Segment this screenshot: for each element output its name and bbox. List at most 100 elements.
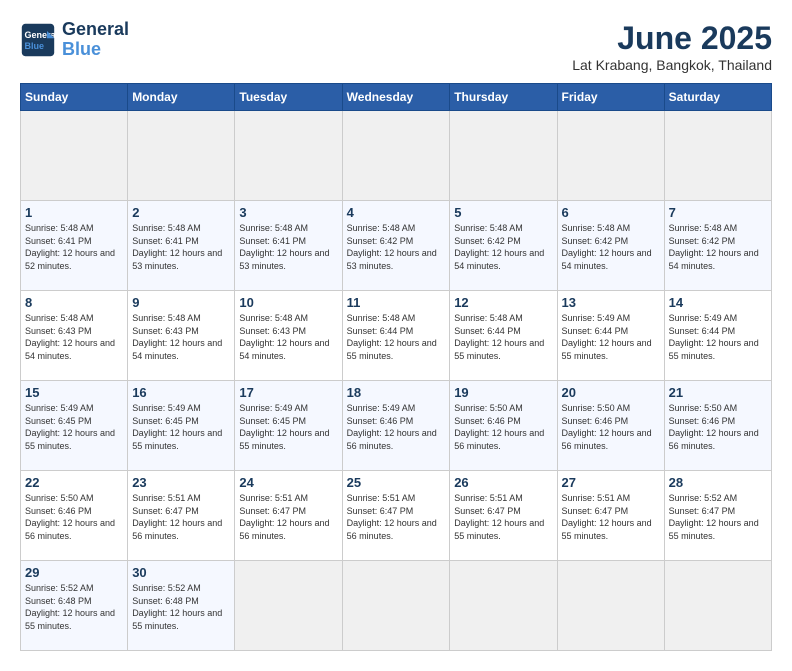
- calendar-cell: [21, 111, 128, 201]
- day-number: 25: [347, 475, 446, 490]
- calendar-cell: [664, 561, 771, 651]
- calendar-cell: 14 Sunrise: 5:49 AM Sunset: 6:44 PM Dayl…: [664, 291, 771, 381]
- day-number: 12: [454, 295, 552, 310]
- logo-text: General Blue: [62, 20, 129, 60]
- day-detail: Sunrise: 5:49 AM Sunset: 6:45 PM Dayligh…: [25, 402, 123, 452]
- svg-text:General: General: [25, 30, 57, 40]
- calendar-cell: [235, 561, 342, 651]
- calendar-cell: 10 Sunrise: 5:48 AM Sunset: 6:43 PM Dayl…: [235, 291, 342, 381]
- title-area: June 2025 Lat Krabang, Bangkok, Thailand: [572, 20, 772, 73]
- day-detail: Sunrise: 5:50 AM Sunset: 6:46 PM Dayligh…: [669, 402, 767, 452]
- header-tuesday: Tuesday: [235, 84, 342, 111]
- day-detail: Sunrise: 5:49 AM Sunset: 6:44 PM Dayligh…: [669, 312, 767, 362]
- day-number: 14: [669, 295, 767, 310]
- logo-icon: General Blue: [20, 22, 56, 58]
- calendar-cell: 17 Sunrise: 5:49 AM Sunset: 6:45 PM Dayl…: [235, 381, 342, 471]
- page-header: General Blue General Blue June 2025 Lat …: [20, 20, 772, 73]
- header-sunday: Sunday: [21, 84, 128, 111]
- calendar-cell: 2 Sunrise: 5:48 AM Sunset: 6:41 PM Dayli…: [128, 201, 235, 291]
- day-detail: Sunrise: 5:52 AM Sunset: 6:48 PM Dayligh…: [132, 582, 230, 632]
- calendar-cell: 16 Sunrise: 5:49 AM Sunset: 6:45 PM Dayl…: [128, 381, 235, 471]
- day-detail: Sunrise: 5:51 AM Sunset: 6:47 PM Dayligh…: [562, 492, 660, 542]
- calendar-cell: [450, 561, 557, 651]
- day-detail: Sunrise: 5:50 AM Sunset: 6:46 PM Dayligh…: [25, 492, 123, 542]
- day-detail: Sunrise: 5:52 AM Sunset: 6:48 PM Dayligh…: [25, 582, 123, 632]
- calendar-cell: 9 Sunrise: 5:48 AM Sunset: 6:43 PM Dayli…: [128, 291, 235, 381]
- calendar-cell: 5 Sunrise: 5:48 AM Sunset: 6:42 PM Dayli…: [450, 201, 557, 291]
- day-detail: Sunrise: 5:49 AM Sunset: 6:46 PM Dayligh…: [347, 402, 446, 452]
- logo: General Blue General Blue: [20, 20, 129, 60]
- calendar-week-row: 15 Sunrise: 5:49 AM Sunset: 6:45 PM Dayl…: [21, 381, 772, 471]
- calendar-week-row: [21, 111, 772, 201]
- day-number: 22: [25, 475, 123, 490]
- day-detail: Sunrise: 5:48 AM Sunset: 6:44 PM Dayligh…: [347, 312, 446, 362]
- calendar-cell: 12 Sunrise: 5:48 AM Sunset: 6:44 PM Dayl…: [450, 291, 557, 381]
- header-thursday: Thursday: [450, 84, 557, 111]
- calendar-cell: 11 Sunrise: 5:48 AM Sunset: 6:44 PM Dayl…: [342, 291, 450, 381]
- day-detail: Sunrise: 5:48 AM Sunset: 6:43 PM Dayligh…: [239, 312, 337, 362]
- day-detail: Sunrise: 5:50 AM Sunset: 6:46 PM Dayligh…: [562, 402, 660, 452]
- day-detail: Sunrise: 5:48 AM Sunset: 6:43 PM Dayligh…: [25, 312, 123, 362]
- day-number: 9: [132, 295, 230, 310]
- day-number: 8: [25, 295, 123, 310]
- calendar-week-row: 8 Sunrise: 5:48 AM Sunset: 6:43 PM Dayli…: [21, 291, 772, 381]
- calendar-cell: 30 Sunrise: 5:52 AM Sunset: 6:48 PM Dayl…: [128, 561, 235, 651]
- day-number: 28: [669, 475, 767, 490]
- day-number: 30: [132, 565, 230, 580]
- calendar-cell: 18 Sunrise: 5:49 AM Sunset: 6:46 PM Dayl…: [342, 381, 450, 471]
- day-detail: Sunrise: 5:51 AM Sunset: 6:47 PM Dayligh…: [347, 492, 446, 542]
- weekday-header-row: Sunday Monday Tuesday Wednesday Thursday…: [21, 84, 772, 111]
- calendar-cell: 21 Sunrise: 5:50 AM Sunset: 6:46 PM Dayl…: [664, 381, 771, 471]
- svg-text:Blue: Blue: [25, 41, 45, 51]
- calendar-cell: 29 Sunrise: 5:52 AM Sunset: 6:48 PM Dayl…: [21, 561, 128, 651]
- day-number: 18: [347, 385, 446, 400]
- location-title: Lat Krabang, Bangkok, Thailand: [572, 57, 772, 73]
- calendar-cell: 23 Sunrise: 5:51 AM Sunset: 6:47 PM Dayl…: [128, 471, 235, 561]
- day-detail: Sunrise: 5:51 AM Sunset: 6:47 PM Dayligh…: [454, 492, 552, 542]
- day-number: 26: [454, 475, 552, 490]
- calendar-cell: 24 Sunrise: 5:51 AM Sunset: 6:47 PM Dayl…: [235, 471, 342, 561]
- day-number: 6: [562, 205, 660, 220]
- day-detail: Sunrise: 5:48 AM Sunset: 6:44 PM Dayligh…: [454, 312, 552, 362]
- day-number: 15: [25, 385, 123, 400]
- header-monday: Monday: [128, 84, 235, 111]
- header-saturday: Saturday: [664, 84, 771, 111]
- calendar-cell: 1 Sunrise: 5:48 AM Sunset: 6:41 PM Dayli…: [21, 201, 128, 291]
- day-detail: Sunrise: 5:48 AM Sunset: 6:42 PM Dayligh…: [347, 222, 446, 272]
- day-detail: Sunrise: 5:48 AM Sunset: 6:43 PM Dayligh…: [132, 312, 230, 362]
- day-detail: Sunrise: 5:51 AM Sunset: 6:47 PM Dayligh…: [239, 492, 337, 542]
- day-detail: Sunrise: 5:50 AM Sunset: 6:46 PM Dayligh…: [454, 402, 552, 452]
- day-number: 5: [454, 205, 552, 220]
- day-detail: Sunrise: 5:49 AM Sunset: 6:45 PM Dayligh…: [239, 402, 337, 452]
- calendar-cell: 8 Sunrise: 5:48 AM Sunset: 6:43 PM Dayli…: [21, 291, 128, 381]
- month-title: June 2025: [572, 20, 772, 57]
- calendar-cell: [557, 111, 664, 201]
- day-number: 23: [132, 475, 230, 490]
- day-detail: Sunrise: 5:48 AM Sunset: 6:42 PM Dayligh…: [669, 222, 767, 272]
- calendar-cell: [128, 111, 235, 201]
- day-number: 13: [562, 295, 660, 310]
- calendar-cell: [342, 111, 450, 201]
- day-detail: Sunrise: 5:48 AM Sunset: 6:41 PM Dayligh…: [239, 222, 337, 272]
- calendar-cell: 28 Sunrise: 5:52 AM Sunset: 6:47 PM Dayl…: [664, 471, 771, 561]
- calendar-week-row: 1 Sunrise: 5:48 AM Sunset: 6:41 PM Dayli…: [21, 201, 772, 291]
- day-number: 2: [132, 205, 230, 220]
- calendar-week-row: 29 Sunrise: 5:52 AM Sunset: 6:48 PM Dayl…: [21, 561, 772, 651]
- day-detail: Sunrise: 5:51 AM Sunset: 6:47 PM Dayligh…: [132, 492, 230, 542]
- day-number: 7: [669, 205, 767, 220]
- day-number: 19: [454, 385, 552, 400]
- day-detail: Sunrise: 5:48 AM Sunset: 6:41 PM Dayligh…: [25, 222, 123, 272]
- calendar-table: Sunday Monday Tuesday Wednesday Thursday…: [20, 83, 772, 651]
- day-number: 1: [25, 205, 123, 220]
- day-number: 17: [239, 385, 337, 400]
- calendar-cell: 22 Sunrise: 5:50 AM Sunset: 6:46 PM Dayl…: [21, 471, 128, 561]
- day-detail: Sunrise: 5:49 AM Sunset: 6:44 PM Dayligh…: [562, 312, 660, 362]
- calendar-cell: 26 Sunrise: 5:51 AM Sunset: 6:47 PM Dayl…: [450, 471, 557, 561]
- day-detail: Sunrise: 5:49 AM Sunset: 6:45 PM Dayligh…: [132, 402, 230, 452]
- day-detail: Sunrise: 5:48 AM Sunset: 6:42 PM Dayligh…: [562, 222, 660, 272]
- calendar-cell: [235, 111, 342, 201]
- calendar-cell: 19 Sunrise: 5:50 AM Sunset: 6:46 PM Dayl…: [450, 381, 557, 471]
- header-wednesday: Wednesday: [342, 84, 450, 111]
- header-friday: Friday: [557, 84, 664, 111]
- calendar-cell: 4 Sunrise: 5:48 AM Sunset: 6:42 PM Dayli…: [342, 201, 450, 291]
